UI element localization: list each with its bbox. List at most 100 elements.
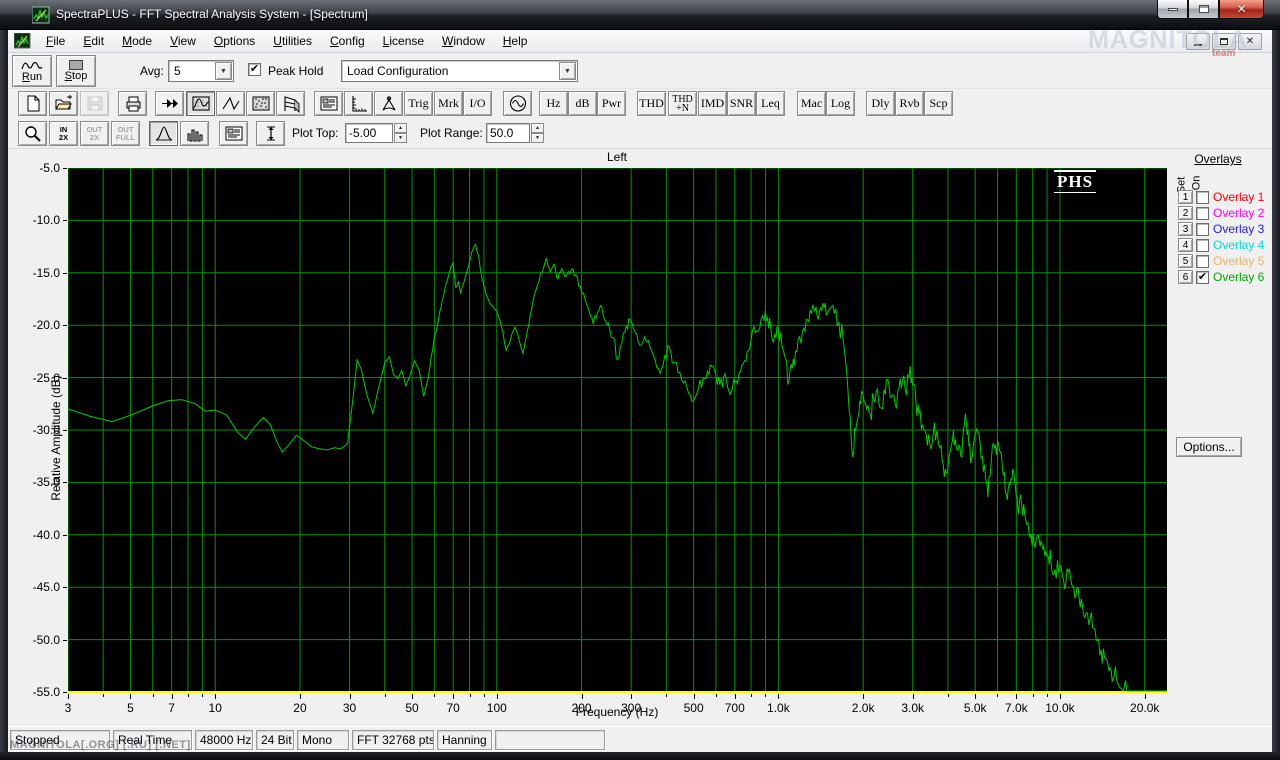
- overlay-on-checkbox-3[interactable]: [1196, 222, 1209, 236]
- db-button[interactable]: dB: [568, 91, 597, 116]
- y-tick-label: -10.0: [32, 213, 60, 228]
- bar-display-button[interactable]: [180, 121, 209, 146]
- avg-value: 5: [174, 64, 181, 78]
- macro-button[interactable]: Mac: [797, 91, 826, 116]
- overlay-options-button[interactable]: Options...: [1176, 437, 1242, 457]
- new-file-button[interactable]: [18, 91, 47, 116]
- menu-item-window[interactable]: Window: [433, 31, 494, 51]
- overlay-set-button-5[interactable]: 5: [1178, 254, 1193, 268]
- x-tick-label: 50: [405, 701, 419, 715]
- zoom-out-2x-button[interactable]: OUT 2X: [80, 121, 109, 146]
- spectrum-display-button[interactable]: [186, 91, 215, 116]
- y-tick-label: -30.0: [32, 423, 60, 437]
- menu-item-config[interactable]: Config: [321, 31, 374, 51]
- plot-range-spinner[interactable]: ▲ ▼: [531, 123, 544, 143]
- chevron-down-icon[interactable]: ▼: [559, 62, 576, 80]
- overlay-set-button-2[interactable]: 2: [1178, 206, 1193, 220]
- menu-item-help[interactable]: Help: [494, 31, 537, 51]
- stop-icon: [69, 60, 83, 70]
- vertical-scale-button[interactable]: [256, 121, 285, 146]
- spectrum-plot[interactable]: [68, 168, 1167, 694]
- overlays-title[interactable]: Overlays: [1172, 152, 1264, 166]
- watermark-top-sub: team: [1212, 48, 1236, 59]
- overlay-on-checkbox-5[interactable]: [1196, 254, 1209, 268]
- x-tick-label: 70: [446, 701, 460, 715]
- minimize-button[interactable]: [1157, 0, 1188, 19]
- delay-button[interactable]: Dly: [866, 91, 895, 116]
- menu-item-edit[interactable]: Edit: [74, 31, 113, 51]
- snr-button[interactable]: SNR: [727, 91, 756, 116]
- menu-item-utilities[interactable]: Utilities: [264, 31, 321, 51]
- surface-plot-button[interactable]: [276, 91, 305, 116]
- io-button[interactable]: I/O: [463, 91, 492, 116]
- spinner-up-icon[interactable]: ▲: [394, 123, 407, 133]
- thd-button[interactable]: THD: [637, 91, 666, 116]
- open-file-button[interactable]: [49, 91, 78, 116]
- overlay-set-button-4[interactable]: 4: [1178, 238, 1193, 252]
- run-button[interactable]: Run: [12, 55, 52, 87]
- overlay-on-checkbox-4[interactable]: [1196, 238, 1209, 252]
- menu-item-view[interactable]: View: [161, 31, 205, 51]
- spinner-down-icon[interactable]: ▼: [394, 133, 407, 143]
- load-configuration-combobox[interactable]: Load Configuration ▼: [341, 60, 578, 82]
- x-tick: [202, 694, 204, 697]
- scope-button[interactable]: Scp: [924, 91, 953, 116]
- plot-top-input[interactable]: -5.00: [345, 123, 393, 143]
- y-tick: [63, 482, 67, 484]
- overlay-label: Overlay 1: [1213, 190, 1265, 204]
- log-button[interactable]: Log: [826, 91, 855, 116]
- status-fft-size: FFT 32768 pts: [352, 730, 434, 750]
- leq-button[interactable]: Leq: [756, 91, 785, 116]
- peak-curve-button[interactable]: [149, 121, 178, 146]
- thdn-button[interactable]: THD +N: [668, 91, 697, 116]
- signal-generator-button[interactable]: [503, 91, 532, 116]
- imd-button[interactable]: IMD: [698, 91, 727, 116]
- overlay-on-checkbox-1[interactable]: [1196, 190, 1209, 204]
- scaling-button[interactable]: [344, 91, 373, 116]
- spinner-up-icon[interactable]: ▲: [531, 123, 544, 133]
- document-icon[interactable]: [13, 32, 31, 49]
- y-tick: [63, 692, 67, 693]
- hz-button[interactable]: Hz: [539, 91, 568, 116]
- close-button[interactable]: ✕: [1219, 0, 1264, 19]
- overlay-set-button-3[interactable]: 3: [1178, 222, 1193, 236]
- chevron-down-icon[interactable]: ▼: [215, 62, 232, 80]
- plot-range-input[interactable]: 50.0: [486, 123, 530, 143]
- overlay-on-checkbox-2[interactable]: [1196, 206, 1209, 220]
- print-button[interactable]: [118, 91, 147, 116]
- overlay-on-checkbox-6[interactable]: ✔: [1196, 270, 1209, 284]
- menu-item-license[interactable]: License: [374, 31, 433, 51]
- spectrogram-button[interactable]: [246, 91, 275, 116]
- maximize-button[interactable]: [1188, 0, 1219, 19]
- zoom-in-2x-button[interactable]: IN 2X: [49, 121, 78, 146]
- run-button-label: Run: [21, 71, 43, 83]
- overlay-set-button-6[interactable]: 6: [1178, 270, 1193, 284]
- marker-button[interactable]: Mrk: [434, 91, 463, 116]
- x-tick: [751, 694, 753, 697]
- calibration-button[interactable]: [374, 91, 403, 116]
- avg-combobox[interactable]: 5 ▼: [168, 60, 234, 82]
- processing-settings-button[interactable]: [314, 91, 343, 116]
- time-series-button[interactable]: [216, 91, 245, 116]
- fast-forward-button[interactable]: [155, 91, 184, 116]
- spinner-down-icon[interactable]: ▼: [531, 133, 544, 143]
- peak-hold-checkbox[interactable]: ✔: [248, 63, 261, 76]
- x-tick: [581, 694, 583, 699]
- x-tick-label: 5: [127, 701, 134, 715]
- plot-top-spinner[interactable]: ▲ ▼: [394, 123, 407, 143]
- display-settings-button[interactable]: [219, 121, 248, 146]
- x-tick: [863, 694, 865, 699]
- stop-button[interactable]: Stop: [56, 55, 96, 87]
- menu-item-file[interactable]: File: [37, 31, 74, 51]
- zoom-button[interactable]: [18, 121, 47, 146]
- reverb-button[interactable]: Rvb: [895, 91, 924, 116]
- menu-item-options[interactable]: Options: [205, 31, 264, 51]
- menu-item-mode[interactable]: Mode: [113, 31, 161, 51]
- overlay-set-button-1[interactable]: 1: [1178, 190, 1193, 204]
- zoom-out-full-button[interactable]: OUT FULL: [111, 121, 140, 146]
- y-tick-label: -40.0: [32, 527, 60, 542]
- pwr-button[interactable]: Pwr: [597, 91, 626, 116]
- x-tick-label: 1.0k: [767, 701, 790, 715]
- save-button[interactable]: [80, 91, 109, 116]
- trigger-button[interactable]: Trig: [404, 91, 433, 116]
